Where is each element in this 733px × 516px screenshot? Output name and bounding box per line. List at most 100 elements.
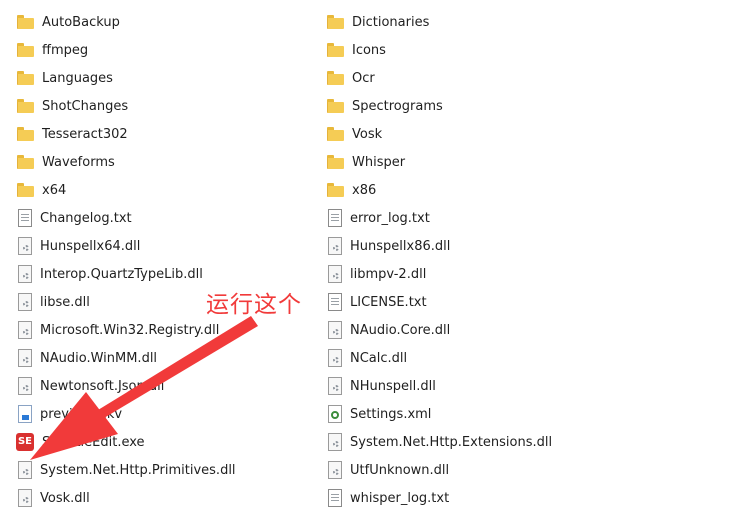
file-name-label: SubtitleEdit.exe	[42, 434, 145, 450]
file-item[interactable]: Vosk	[326, 120, 626, 148]
folder-icon	[326, 125, 344, 143]
folder-icon	[16, 41, 34, 59]
file-name-label: UtfUnknown.dll	[350, 462, 450, 478]
file-item[interactable]: SE SubtitleEdit.exe	[16, 428, 316, 456]
file-name-label: x86	[352, 182, 377, 198]
dll-file-icon	[18, 349, 32, 367]
dll-file-icon	[18, 461, 32, 479]
folder-icon	[16, 125, 34, 143]
file-name-label: Spectrograms	[352, 98, 443, 114]
file-item[interactable]: NAudio.WinMM.dll	[16, 344, 316, 372]
file-item[interactable]: whisper_log.txt	[326, 484, 626, 512]
file-item[interactable]: Tesseract302	[16, 120, 316, 148]
file-item[interactable]: ffmpeg	[16, 36, 316, 64]
file-item[interactable]: Spectrograms	[326, 92, 626, 120]
file-name-label: libmpv-2.dll	[350, 266, 427, 282]
file-name-label: whisper_log.txt	[350, 490, 450, 506]
text-file-icon	[328, 209, 342, 227]
file-item[interactable]: libmpv-2.dll	[326, 260, 626, 288]
file-item[interactable]: System.Net.Http.Primitives.dll	[16, 456, 316, 484]
file-item[interactable]: NCalc.dll	[326, 344, 626, 372]
file-list-right-column: Dictionaries Icons Ocr Spectrograms Vosk Whis…	[326, 8, 626, 512]
folder-icon	[326, 97, 344, 115]
text-file-icon	[18, 209, 32, 227]
dll-file-icon	[328, 433, 342, 451]
file-item[interactable]: preview.mkv	[16, 400, 316, 428]
app-exe-icon: SE	[16, 433, 34, 451]
dll-file-icon	[328, 237, 342, 255]
file-item[interactable]: Newtonsoft.Json.dll	[16, 372, 316, 400]
file-item[interactable]: LICENSE.txt	[326, 288, 626, 316]
file-item[interactable]: Hunspellx64.dll	[16, 232, 316, 260]
folder-icon	[326, 13, 344, 31]
folder-icon	[16, 13, 34, 31]
dll-file-icon	[18, 237, 32, 255]
text-file-icon	[328, 489, 342, 507]
file-item[interactable]: Vosk.dll	[16, 484, 316, 512]
file-name-label: Interop.QuartzTypeLib.dll	[40, 266, 203, 282]
folder-icon	[326, 153, 344, 171]
file-name-label: preview.mkv	[40, 406, 123, 422]
file-name-label: NAudio.WinMM.dll	[40, 350, 158, 366]
file-name-label: System.Net.Http.Extensions.dll	[350, 434, 553, 450]
file-item[interactable]: Changelog.txt	[16, 204, 316, 232]
file-name-label: Changelog.txt	[40, 210, 132, 226]
dll-file-icon	[328, 321, 342, 339]
file-item[interactable]: Hunspellx86.dll	[326, 232, 626, 260]
file-item[interactable]: Icons	[326, 36, 626, 64]
dll-file-icon	[18, 489, 32, 507]
dll-file-icon	[328, 265, 342, 283]
dll-file-icon	[328, 461, 342, 479]
file-name-label: NHunspell.dll	[350, 378, 436, 394]
xml-settings-icon	[328, 405, 342, 423]
file-name-label: Settings.xml	[350, 406, 432, 422]
file-name-label: Ocr	[352, 70, 375, 86]
file-item[interactable]: x86	[326, 176, 626, 204]
file-item[interactable]: System.Net.Http.Extensions.dll	[326, 428, 626, 456]
dll-file-icon	[18, 265, 32, 283]
file-name-label: Hunspellx86.dll	[350, 238, 451, 254]
file-name-label: Vosk.dll	[40, 490, 90, 506]
media-file-icon	[18, 405, 32, 423]
file-name-label: NCalc.dll	[350, 350, 408, 366]
file-item[interactable]: NAudio.Core.dll	[326, 316, 626, 344]
file-item[interactable]: Microsoft.Win32.Registry.dll	[16, 316, 316, 344]
file-item[interactable]: x64	[16, 176, 316, 204]
file-item[interactable]: error_log.txt	[326, 204, 626, 232]
file-list-left-column: AutoBackup ffmpeg Languages ShotChanges Tess…	[16, 8, 316, 512]
folder-icon	[16, 181, 34, 199]
file-item[interactable]: ShotChanges	[16, 92, 316, 120]
file-item[interactable]: Languages	[16, 64, 316, 92]
file-item[interactable]: Interop.QuartzTypeLib.dll	[16, 260, 316, 288]
dll-file-icon	[18, 321, 32, 339]
file-name-label: Whisper	[352, 154, 406, 170]
file-name-label: libse.dll	[40, 294, 90, 310]
file-item[interactable]: Ocr	[326, 64, 626, 92]
file-name-label: Hunspellx64.dll	[40, 238, 141, 254]
file-name-label: ffmpeg	[42, 42, 89, 58]
file-item[interactable]: AutoBackup	[16, 8, 316, 36]
file-name-label: ShotChanges	[42, 98, 129, 114]
dll-file-icon	[18, 377, 32, 395]
file-item[interactable]: Dictionaries	[326, 8, 626, 36]
file-name-label: AutoBackup	[42, 14, 120, 30]
dll-file-icon	[328, 349, 342, 367]
file-item[interactable]: Waveforms	[16, 148, 316, 176]
file-item[interactable]: Settings.xml	[326, 400, 626, 428]
annotation-label: 运行这个	[206, 292, 302, 318]
folder-icon	[16, 69, 34, 87]
folder-icon	[326, 41, 344, 59]
file-item[interactable]: NHunspell.dll	[326, 372, 626, 400]
file-name-label: LICENSE.txt	[350, 294, 427, 310]
file-item[interactable]: UtfUnknown.dll	[326, 456, 626, 484]
file-item[interactable]: Whisper	[326, 148, 626, 176]
file-name-label: Dictionaries	[352, 14, 430, 30]
dll-file-icon	[18, 293, 32, 311]
file-name-label: System.Net.Http.Primitives.dll	[40, 462, 236, 478]
file-name-label: Tesseract302	[42, 126, 128, 142]
file-name-label: error_log.txt	[350, 210, 430, 226]
file-name-label: Microsoft.Win32.Registry.dll	[40, 322, 220, 338]
file-name-label: Vosk	[352, 126, 383, 142]
file-name-label: Newtonsoft.Json.dll	[40, 378, 165, 394]
folder-icon	[16, 153, 34, 171]
